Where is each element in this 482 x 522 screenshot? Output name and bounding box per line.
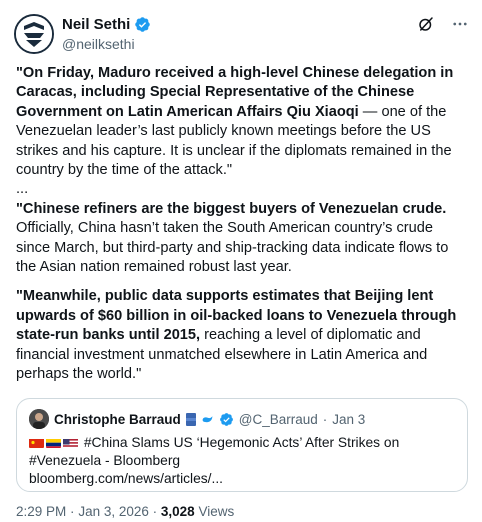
- quoted-headline[interactable]: #China Slams US ‘Hegemonic Acts’ After S…: [29, 435, 399, 468]
- quoted-tweet-text: #China Slams US ‘Hegemonic Acts’ After S…: [29, 434, 455, 488]
- tweet-actions-top: [416, 14, 470, 34]
- quoted-tweet-header: Christophe Barraud @C_Barraud · Jan 3: [29, 409, 455, 429]
- quoted-author-avatar[interactable]: [29, 409, 49, 429]
- quoted-tweet[interactable]: Christophe Barraud @C_Barraud · Jan 3 #C…: [16, 398, 468, 492]
- views-count: 3,028: [160, 504, 195, 519]
- author-name-text[interactable]: Neil Sethi: [62, 16, 130, 33]
- post-time[interactable]: 2:29 PM: [16, 504, 66, 519]
- paragraph-1: "On Friday, Maduro received a high-level…: [16, 64, 468, 180]
- views-label: Views: [198, 504, 235, 519]
- tweet: Neil Sethi @neilksethi "On Friday, Madur…: [0, 0, 482, 522]
- paragraph-2-bold: "Chinese refiners are the biggest buyers…: [16, 200, 447, 217]
- more-icon[interactable]: [450, 14, 470, 34]
- quoted-link[interactable]: bloomberg.com/news/articles/...: [29, 470, 455, 488]
- paragraph-2: "Chinese refiners are the biggest buyers…: [16, 200, 468, 278]
- post-date[interactable]: Jan 3, 2026: [78, 504, 149, 519]
- tweet-footer: 2:29 PM · Jan 3, 2026 · 3,028 Views: [16, 504, 234, 519]
- footer-separator: ·: [70, 504, 75, 519]
- paragraph-3: "Meanwhile, public data supports estimat…: [16, 287, 468, 384]
- quoted-author-name[interactable]: Christophe Barraud: [54, 412, 181, 427]
- whale-icon: [202, 415, 213, 422]
- footer-separator: ·: [152, 504, 158, 519]
- tweet-body: "On Friday, Maduro received a high-level…: [16, 64, 468, 385]
- ellipsis: ...: [16, 181, 29, 198]
- flag-badge-icon: [185, 412, 196, 426]
- verified-badge-icon: [135, 17, 151, 32]
- quoted-author-handle[interactable]: @C_Barraud: [239, 412, 318, 427]
- author-logo-icon: [16, 16, 52, 52]
- quoted-date[interactable]: Jan 3: [332, 412, 365, 427]
- author-handle[interactable]: @neilksethi: [62, 36, 135, 52]
- paragraph-2-rest: Officially, China hasn’t taken the South…: [16, 220, 449, 276]
- grok-icon[interactable]: [416, 14, 436, 34]
- author-name[interactable]: Neil Sethi: [62, 16, 151, 33]
- usa-flag-icon: [63, 437, 78, 448]
- venezuela-flag-icon: [46, 437, 61, 448]
- quoted-separator: ·: [322, 411, 328, 427]
- verified-badge-icon: [219, 412, 233, 426]
- author-avatar[interactable]: [14, 14, 54, 54]
- china-flag-icon: [29, 437, 44, 448]
